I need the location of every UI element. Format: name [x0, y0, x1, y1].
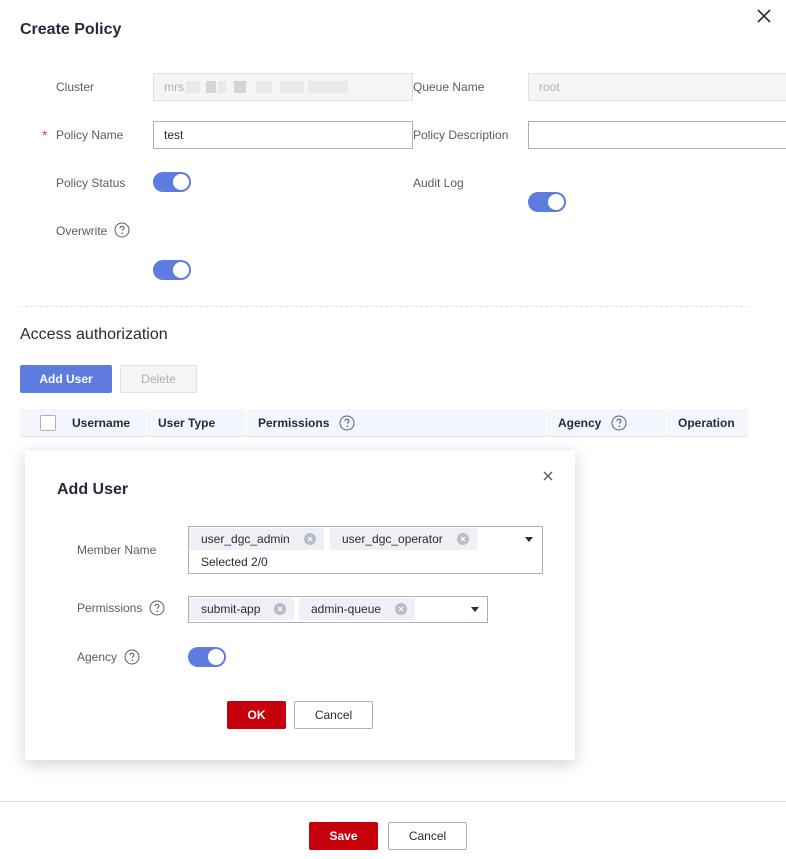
policy-status-label: Policy Status — [56, 176, 126, 190]
permissions-help[interactable] — [149, 600, 165, 616]
toggle-knob — [208, 649, 224, 665]
dialog-title: Create Policy — [20, 21, 122, 38]
cluster-value: mrs — [164, 80, 184, 94]
column-separator — [666, 409, 667, 437]
masked-text — [218, 81, 226, 93]
column-username: Username — [72, 416, 131, 430]
masked-text — [256, 81, 272, 93]
close-icon — [757, 9, 771, 23]
member-tag: user_dgc_operator — [330, 528, 477, 550]
permission-tag: submit-app — [189, 598, 295, 620]
modal-title: Add User — [57, 481, 129, 498]
policy-description-label: Policy Description — [413, 128, 509, 142]
column-agency-label: Agency — [558, 416, 602, 430]
column-separator — [146, 409, 147, 437]
ok-button[interactable]: OK — [227, 701, 286, 729]
queue-name-label: Queue Name — [413, 80, 485, 94]
modal-close-button[interactable] — [539, 467, 557, 485]
toggle-knob — [548, 194, 564, 210]
policy-name-label: Policy Name — [56, 128, 124, 142]
remove-tag-icon[interactable] — [395, 603, 408, 615]
member-name-select[interactable]: user_dgc_admin user_dgc_operator Selecte… — [188, 526, 543, 574]
queue-name-field: root — [528, 73, 786, 101]
member-tag-label: user_dgc_operator — [342, 532, 443, 546]
member-tag-label: user_dgc_admin — [201, 532, 290, 546]
column-separator — [246, 409, 247, 437]
save-button[interactable]: Save — [309, 822, 378, 850]
permissions-label: Permissions — [77, 601, 143, 615]
policy-name-value: test — [164, 128, 184, 142]
help-icon[interactable] — [611, 415, 627, 431]
remove-tag-icon[interactable] — [274, 603, 287, 615]
overwrite-label: Overwrite — [56, 224, 108, 238]
column-agency: Agency — [558, 409, 627, 437]
close-icon — [543, 471, 553, 481]
overwrite-toggle[interactable] — [153, 260, 191, 280]
column-separator — [546, 409, 547, 437]
remove-tag-icon[interactable] — [303, 533, 316, 545]
permission-tag-label: submit-app — [201, 602, 261, 616]
modal-cancel-button[interactable]: Cancel — [294, 701, 373, 729]
column-permissions-label: Permissions — [258, 416, 330, 430]
permissions-select[interactable]: submit-app admin-queue — [188, 596, 488, 623]
column-operation: Operation — [678, 416, 735, 430]
toggle-knob — [173, 262, 189, 278]
member-name-label: Member Name — [77, 543, 157, 557]
policy-name-input[interactable]: test — [153, 121, 413, 149]
delete-button[interactable]: Delete — [120, 365, 197, 393]
help-icon — [124, 649, 140, 665]
masked-text — [308, 81, 348, 93]
masked-text — [186, 81, 200, 93]
user-table-header: Username User Type Permissions Agency Op… — [20, 409, 748, 437]
masked-text — [206, 81, 216, 93]
masked-text — [234, 81, 246, 93]
required-indicator: * — [42, 127, 47, 144]
cluster-label: Cluster — [56, 80, 95, 94]
chevron-down-icon[interactable] — [471, 607, 479, 612]
permission-tag-label: admin-queue — [311, 602, 382, 616]
help-icon[interactable] — [339, 415, 355, 431]
audit-log-label: Audit Log — [413, 176, 464, 190]
policy-description-input[interactable] — [528, 121, 786, 149]
column-permissions: Permissions — [258, 409, 355, 437]
footer-divider — [0, 801, 786, 802]
agency-label: Agency — [77, 650, 118, 664]
help-icon — [149, 600, 165, 616]
access-authorization-title: Access authorization — [20, 326, 168, 343]
audit-log-toggle[interactable] — [528, 192, 566, 212]
masked-text — [280, 81, 304, 93]
toggle-knob — [173, 174, 189, 190]
agency-help[interactable] — [124, 649, 140, 665]
member-selected-count: Selected 2/0 — [201, 555, 268, 569]
chevron-down-icon[interactable] — [525, 537, 533, 542]
cluster-field: mrs — [153, 73, 413, 101]
help-icon — [114, 222, 130, 238]
remove-tag-icon[interactable] — [456, 533, 469, 545]
member-tag: user_dgc_admin — [189, 528, 324, 550]
close-dialog-button[interactable] — [752, 4, 776, 28]
required-star: * — [42, 127, 48, 143]
queue-name-value: root — [539, 80, 560, 94]
select-all-cell — [40, 409, 56, 437]
add-user-button[interactable]: Add User — [20, 365, 112, 393]
agency-toggle[interactable] — [188, 647, 226, 667]
section-divider — [20, 306, 748, 307]
column-user-type: User Type — [158, 416, 216, 430]
add-user-modal: Add User Member Name user_dgc_admin user… — [25, 450, 575, 760]
overwrite-help[interactable] — [114, 222, 130, 238]
cancel-button[interactable]: Cancel — [388, 822, 467, 850]
policy-status-toggle[interactable] — [153, 172, 191, 192]
select-all-checkbox[interactable] — [40, 415, 56, 431]
permission-tag: admin-queue — [299, 598, 416, 620]
